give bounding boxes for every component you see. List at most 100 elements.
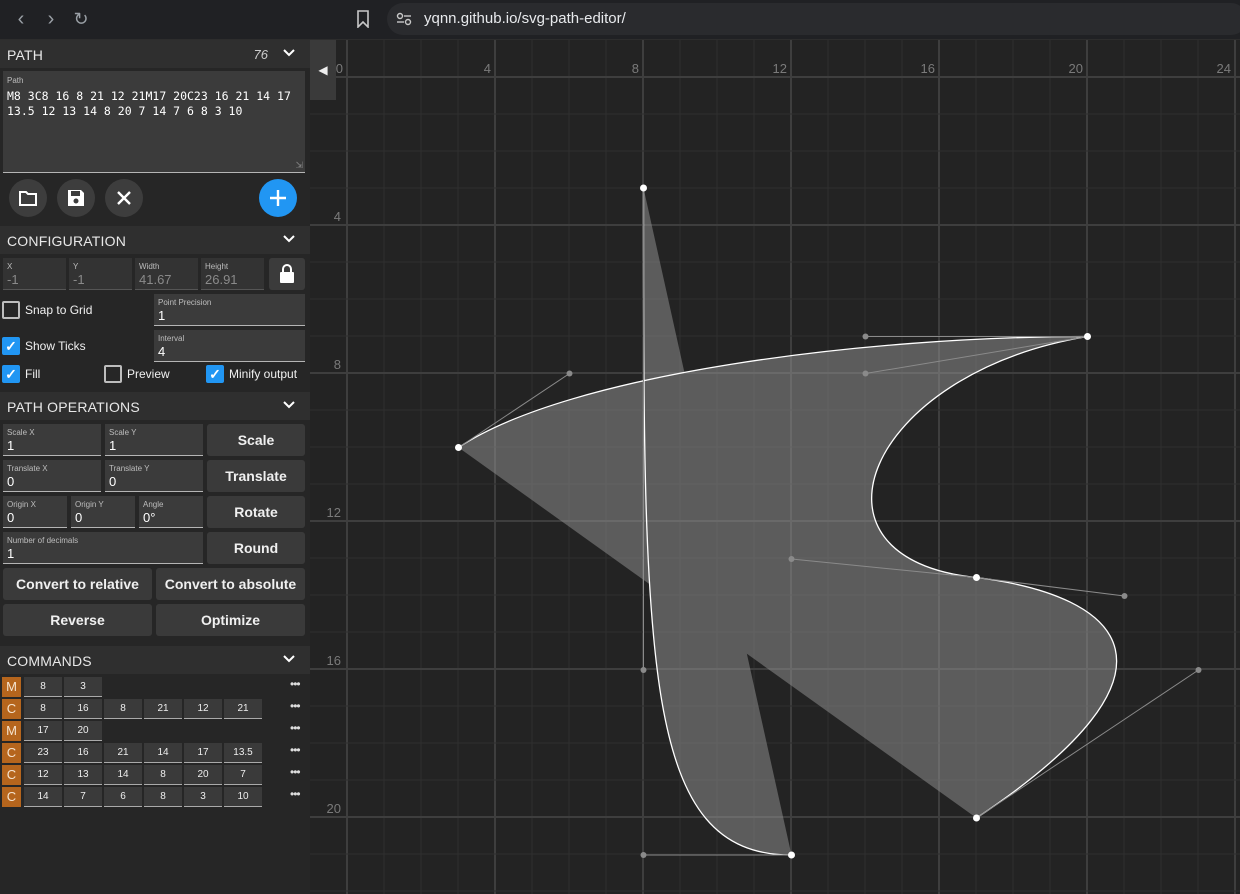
open-file-button[interactable] — [9, 179, 47, 217]
command-letter[interactable]: M — [2, 677, 21, 697]
bookmark-icon[interactable] — [356, 10, 370, 28]
translate-x-field[interactable]: Translate X 0 — [3, 460, 101, 492]
command-letter[interactable]: M — [2, 721, 21, 741]
reload-icon[interactable]: ↻ — [70, 8, 92, 30]
more-options-icon[interactable]: ••• — [290, 677, 301, 691]
command-value[interactable]: 8 — [104, 699, 142, 719]
decimals-field[interactable]: Number of decimals 1 — [3, 532, 203, 564]
control-point[interactable] — [640, 667, 647, 673]
more-options-icon[interactable]: ••• — [290, 765, 301, 779]
control-point[interactable] — [788, 556, 795, 562]
anchor-point[interactable] — [455, 444, 462, 451]
scale-x-field[interactable]: Scale X 1 — [3, 424, 101, 456]
decimals-value[interactable]: 1 — [7, 546, 14, 561]
save-button[interactable] — [57, 179, 95, 217]
configuration-section-header[interactable]: CONFIGURATION — [0, 226, 310, 254]
optimize-button[interactable]: Optimize — [156, 604, 305, 636]
viewbox-x-field[interactable]: X -1 — [3, 258, 66, 290]
add-path-button[interactable] — [259, 179, 297, 217]
command-letter[interactable]: C — [2, 699, 21, 719]
command-value[interactable]: 21 — [224, 699, 262, 719]
anchor-point[interactable] — [788, 851, 795, 859]
control-point[interactable] — [566, 370, 573, 377]
more-options-icon[interactable]: ••• — [290, 743, 301, 757]
round-button[interactable]: Round — [207, 532, 305, 564]
command-value[interactable]: 13.5 — [224, 743, 262, 763]
command-letter[interactable]: C — [2, 787, 21, 807]
scale-y-value[interactable]: 1 — [109, 438, 116, 453]
command-value[interactable]: 10 — [224, 787, 262, 807]
command-value[interactable]: 23 — [24, 743, 62, 763]
anchor-point[interactable] — [640, 184, 647, 192]
preview-checkbox[interactable] — [104, 365, 122, 383]
control-point[interactable] — [1121, 593, 1128, 599]
command-value[interactable]: 21 — [144, 699, 182, 719]
translate-x-value[interactable]: 0 — [7, 474, 14, 489]
lock-viewbox-button[interactable] — [269, 258, 305, 290]
scale-button[interactable]: Scale — [207, 424, 305, 456]
command-value[interactable]: 14 — [24, 787, 62, 807]
url-text[interactable]: yqnn.github.io/svg-path-editor/ — [424, 10, 626, 27]
rotate-button[interactable]: Rotate — [207, 496, 305, 528]
canvas-svg[interactable]: 0 4 8 12 16 20 24 4 8 12 16 20 — [310, 40, 1240, 894]
collapse-sidebar-button[interactable]: ◀ — [310, 40, 336, 100]
command-value[interactable]: 16 — [64, 743, 102, 763]
path-text[interactable]: M8 3C8 16 8 21 12 21M17 20C23 16 21 14 1… — [7, 89, 299, 119]
show-ticks-checkbox[interactable]: ✓ — [2, 337, 20, 355]
command-value[interactable]: 20 — [184, 765, 222, 785]
convert-to-absolute-button[interactable]: Convert to absolute — [156, 568, 305, 600]
commands-section-header[interactable]: COMMANDS — [0, 646, 310, 674]
command-value[interactable]: 16 — [64, 699, 102, 719]
svg-canvas[interactable]: 0 4 8 12 16 20 24 4 8 12 16 20 ◀ — [310, 40, 1240, 894]
snap-to-grid-label[interactable]: Snap to Grid — [25, 303, 92, 317]
interval-value[interactable]: 4 — [158, 344, 165, 359]
point-precision-field[interactable]: Point Precision 1 — [154, 294, 305, 326]
command-value[interactable]: 17 — [184, 743, 222, 763]
origin-x-field[interactable]: Origin X 0 — [3, 496, 67, 528]
viewbox-height-field[interactable]: Height 26.91 — [201, 258, 264, 290]
command-value[interactable]: 8 — [24, 677, 62, 697]
command-value[interactable]: 14 — [104, 765, 142, 785]
path-textarea[interactable]: Path M8 3C8 16 8 21 12 21M17 20C23 16 21… — [3, 71, 305, 173]
viewbox-width-field[interactable]: Width 41.67 — [135, 258, 198, 290]
more-options-icon[interactable]: ••• — [290, 699, 301, 713]
chevron-down-icon[interactable] — [282, 654, 296, 664]
command-value[interactable]: 21 — [104, 743, 142, 763]
show-ticks-label[interactable]: Show Ticks — [25, 339, 86, 353]
forward-icon[interactable]: › — [40, 8, 62, 30]
command-value[interactable]: 12 — [24, 765, 62, 785]
command-value[interactable]: 13 — [64, 765, 102, 785]
convert-to-relative-button[interactable]: Convert to relative — [3, 568, 152, 600]
angle-value[interactable]: 0° — [143, 510, 155, 525]
translate-button[interactable]: Translate — [207, 460, 305, 492]
viewbox-height-value[interactable]: 26.91 — [205, 272, 238, 287]
control-point[interactable] — [1195, 667, 1202, 673]
more-options-icon[interactable]: ••• — [290, 787, 301, 801]
anchor-point[interactable] — [973, 574, 980, 581]
chevron-down-icon[interactable] — [282, 48, 296, 58]
command-value[interactable]: 3 — [184, 787, 222, 807]
command-letter[interactable]: C — [2, 765, 21, 785]
path-section-header[interactable]: PATH 76 — [0, 40, 310, 68]
fill-checkbox[interactable]: ✓ — [2, 365, 20, 383]
angle-field[interactable]: Angle 0° — [139, 496, 203, 528]
command-value[interactable]: 8 — [24, 699, 62, 719]
control-point[interactable] — [640, 852, 647, 858]
translate-y-value[interactable]: 0 — [109, 474, 116, 489]
command-value[interactable]: 7 — [64, 787, 102, 807]
site-settings-icon[interactable] — [396, 12, 412, 26]
clear-path-button[interactable] — [105, 179, 143, 217]
path-operations-section-header[interactable]: PATH OPERATIONS — [0, 392, 310, 420]
anchor-point[interactable] — [973, 814, 980, 822]
more-options-icon[interactable]: ••• — [290, 721, 301, 735]
chevron-down-icon[interactable] — [282, 234, 296, 244]
command-value[interactable]: 6 — [104, 787, 142, 807]
minify-output-label[interactable]: Minify output — [229, 367, 297, 381]
viewbox-width-value[interactable]: 41.67 — [139, 272, 172, 287]
origin-y-field[interactable]: Origin Y 0 — [71, 496, 135, 528]
point-precision-value[interactable]: 1 — [158, 308, 165, 323]
control-point[interactable] — [862, 370, 869, 377]
origin-y-value[interactable]: 0 — [75, 510, 82, 525]
command-value[interactable]: 20 — [64, 721, 102, 741]
scale-x-value[interactable]: 1 — [7, 438, 14, 453]
